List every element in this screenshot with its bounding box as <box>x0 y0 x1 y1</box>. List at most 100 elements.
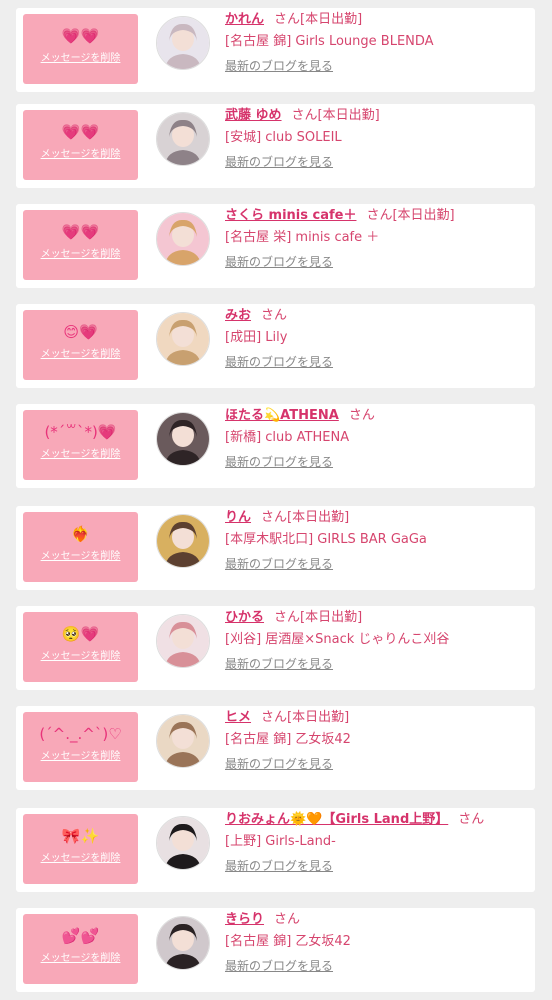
message-emoji: 😊💗 <box>63 323 98 341</box>
shop-name: [安城] club SOLEIL <box>225 130 342 145</box>
avatar[interactable] <box>156 614 210 668</box>
cast-title-line: りん さん[本日出勤] <box>225 507 530 529</box>
shop-name: [本厚木駅北口] GIRLS BAR GaGa <box>225 532 427 547</box>
avatar[interactable] <box>156 714 210 768</box>
cast-name-link[interactable]: かれん <box>225 12 264 27</box>
avatar[interactable] <box>156 312 210 366</box>
avatar-image <box>157 515 209 567</box>
latest-blog-link[interactable]: 最新のブログを見る <box>225 555 333 573</box>
latest-blog-link[interactable]: 最新のブログを見る <box>225 755 333 773</box>
message-card: 💗💗 メッセージを削除 さくら minis cafe＋ さん[本日出勤] [名古屋 栄]… <box>16 204 535 288</box>
san-suffix: さん <box>366 208 393 223</box>
delete-message-link[interactable]: メッセージを削除 <box>41 248 121 261</box>
message-box: 💗💗 メッセージを削除 <box>23 210 138 280</box>
status-badge: [本日出勤] <box>317 108 380 123</box>
message-box: 💕💕 メッセージを削除 <box>23 914 138 984</box>
latest-blog-link[interactable]: 最新のブログを見る <box>225 453 333 471</box>
cast-info: ひかる さん[本日出勤] [刈谷] 居酒屋×Snack じゃりんこ刈谷 最新のブログを… <box>225 607 530 673</box>
cast-name-link[interactable]: きらり <box>225 912 264 927</box>
message-card: 🥺💗 メッセージを削除 ひかる さん[本日出勤] [刈谷] 居酒屋×Snack じゃりん… <box>16 606 535 690</box>
cast-name-link[interactable]: りおみょん🌞🧡【Girls Land上野】 <box>225 812 448 827</box>
cast-name-link[interactable]: 武藤 ゆめ <box>225 108 282 123</box>
cast-name-link[interactable]: ほたる💫ATHENA <box>225 408 339 423</box>
cast-info: きらり さん [名古屋 錦] 乙女坂42 最新のブログを見る <box>225 909 530 975</box>
shop-name: [刈谷] 居酒屋×Snack じゃりんこ刈谷 <box>225 632 450 647</box>
message-card: 💗💗 メッセージを削除 武藤 ゆめ さん[本日出勤] [安城] club SOLEIL 最… <box>16 104 535 188</box>
status-badge: [本日出勤] <box>300 610 363 625</box>
cast-title-line: かれん さん[本日出勤] <box>225 9 530 31</box>
message-box: 💗💗 メッセージを削除 <box>23 14 138 84</box>
san-suffix: さん <box>291 108 318 123</box>
delete-message-link[interactable]: メッセージを削除 <box>41 750 121 763</box>
message-emoji: 💕💕 <box>61 927 100 945</box>
delete-message-link[interactable]: メッセージを削除 <box>41 448 121 461</box>
cast-title-line: 武藤 ゆめ さん[本日出勤] <box>225 105 530 127</box>
message-card: 💕💕 メッセージを削除 きらり さん [名古屋 錦] 乙女坂42 最新のブログを見る <box>16 908 535 992</box>
cast-info: かれん さん[本日出勤] [名古屋 錦] Girls Lounge BLENDA 最新… <box>225 9 530 75</box>
delete-message-link[interactable]: メッセージを削除 <box>41 650 121 663</box>
status-badge: [本日出勤] <box>287 510 350 525</box>
avatar[interactable] <box>156 212 210 266</box>
san-suffix: さん <box>274 12 301 27</box>
delete-message-link[interactable]: メッセージを削除 <box>41 952 121 965</box>
message-list: 💗💗 メッセージを削除 かれん さん[本日出勤] [名古屋 錦] Girls Loung… <box>0 0 552 1000</box>
latest-blog-link[interactable]: 最新のブログを見る <box>225 57 333 75</box>
avatar[interactable] <box>156 16 210 70</box>
avatar-image <box>157 917 209 969</box>
avatar-image <box>157 313 209 365</box>
cast-name-link[interactable]: さくら minis cafe＋ <box>225 208 356 223</box>
san-suffix: さん <box>274 610 301 625</box>
delete-message-link[interactable]: メッセージを削除 <box>41 852 121 865</box>
latest-blog-link[interactable]: 最新のブログを見る <box>225 253 333 271</box>
message-box: 😊💗 メッセージを削除 <box>23 310 138 380</box>
message-box: 🥺💗 メッセージを削除 <box>23 612 138 682</box>
avatar[interactable] <box>156 816 210 870</box>
cast-name-link[interactable]: りん <box>225 510 251 525</box>
delete-message-link[interactable]: メッセージを削除 <box>41 550 121 563</box>
avatar-image <box>157 213 209 265</box>
shop-name: [上野] Girls-Land- <box>225 834 336 849</box>
message-card: ❤️‍🔥 メッセージを削除 りん さん[本日出勤] [本厚木駅北口] GIRLS BAR… <box>16 506 535 590</box>
latest-blog-link[interactable]: 最新のブログを見る <box>225 857 333 875</box>
cast-info: ほたる💫ATHENA さん [新橋] club ATHENA 最新のブログを見る <box>225 405 530 471</box>
delete-message-link[interactable]: メッセージを削除 <box>41 348 121 361</box>
cast-title-line: ほたる💫ATHENA さん <box>225 405 530 427</box>
latest-blog-link[interactable]: 最新のブログを見る <box>225 655 333 673</box>
cast-title-line: りおみょん🌞🧡【Girls Land上野】 さん <box>225 809 530 831</box>
cast-title-line: きらり さん <box>225 909 530 931</box>
delete-message-link[interactable]: メッセージを削除 <box>41 148 121 161</box>
message-emoji: (ˊ^._.^ˋ)♡ <box>39 725 122 743</box>
latest-blog-link[interactable]: 最新のブログを見る <box>225 353 333 371</box>
avatar[interactable] <box>156 916 210 970</box>
message-emoji: 💗💗 <box>61 223 100 241</box>
avatar-image <box>157 715 209 767</box>
cast-name-link[interactable]: ひかる <box>225 610 264 625</box>
message-box: (ˊ^._.^ˋ)♡ メッセージを削除 <box>23 712 138 782</box>
message-card: 💗💗 メッセージを削除 かれん さん[本日出勤] [名古屋 錦] Girls Loung… <box>16 8 535 92</box>
avatar-image <box>157 413 209 465</box>
shop-name: [名古屋 錦] Girls Lounge BLENDA <box>225 34 434 49</box>
cast-name-link[interactable]: みお <box>225 308 251 323</box>
message-emoji: (*´꒳`*)💗 <box>44 423 117 441</box>
avatar-image <box>157 817 209 869</box>
avatar-image <box>157 113 209 165</box>
avatar[interactable] <box>156 112 210 166</box>
shop-name: [名古屋 錦] 乙女坂42 <box>225 732 351 747</box>
status-badge: [本日出勤] <box>300 12 363 27</box>
cast-name-link[interactable]: ヒメ <box>225 710 251 725</box>
san-suffix: さん <box>261 510 288 525</box>
message-card: 😊💗 メッセージを削除 みお さん [成田] Lily 最新のブログを見る <box>16 304 535 388</box>
delete-message-link[interactable]: メッセージを削除 <box>41 52 121 65</box>
cast-title-line: さくら minis cafe＋ さん[本日出勤] <box>225 205 530 227</box>
status-badge: [本日出勤] <box>287 710 350 725</box>
avatar[interactable] <box>156 412 210 466</box>
avatar[interactable] <box>156 514 210 568</box>
cast-info: さくら minis cafe＋ さん[本日出勤] [名古屋 栄] minis caf… <box>225 205 530 271</box>
cast-info: 武藤 ゆめ さん[本日出勤] [安城] club SOLEIL 最新のブログを見る <box>225 105 530 171</box>
message-card: (ˊ^._.^ˋ)♡ メッセージを削除 ヒメ さん[本日出勤] [名古屋 錦] 乙女坂4… <box>16 706 535 790</box>
latest-blog-link[interactable]: 最新のブログを見る <box>225 957 333 975</box>
message-box: ❤️‍🔥 メッセージを削除 <box>23 512 138 582</box>
shop-name: [成田] Lily <box>225 330 288 345</box>
avatar-image <box>157 17 209 69</box>
latest-blog-link[interactable]: 最新のブログを見る <box>225 153 333 171</box>
